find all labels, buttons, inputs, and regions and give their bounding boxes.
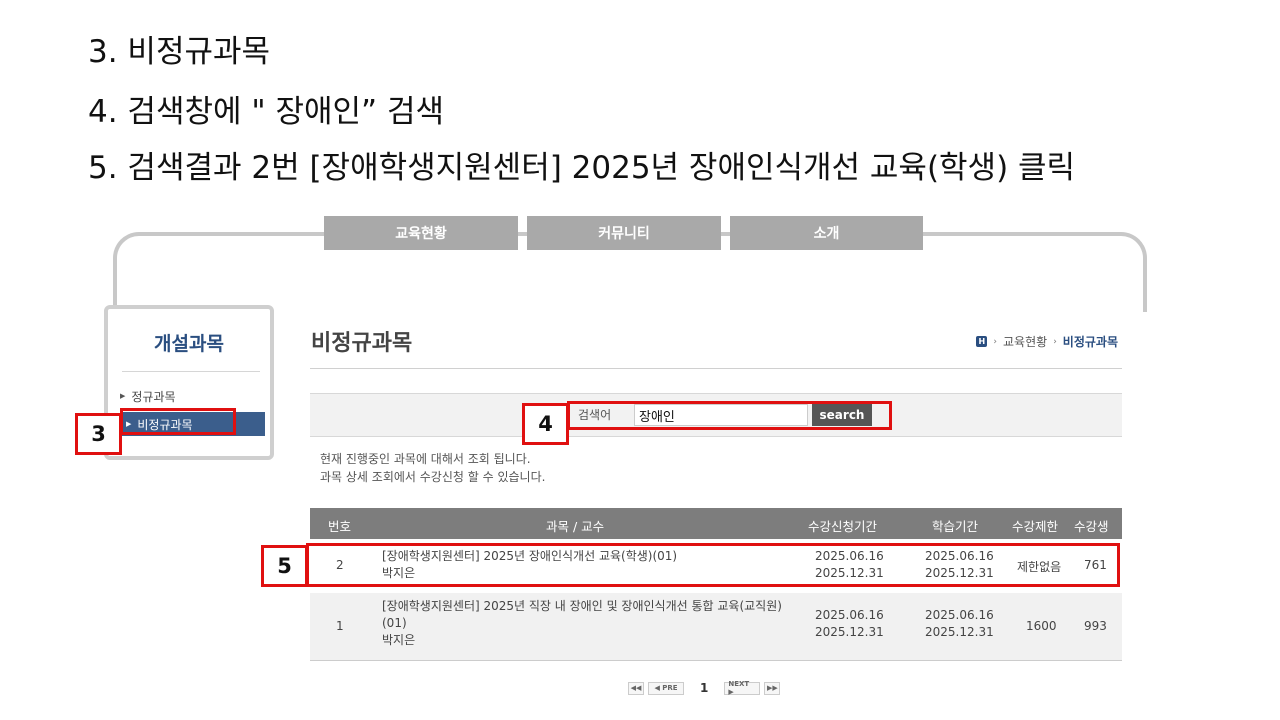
instruction-step-4: 4. 검색창에 " 장애인” 검색 xyxy=(88,94,444,130)
notice-text: 현재 진행중인 과목에 대해서 조회 됩니다. 과목 상세 조회에서 수강신청 … xyxy=(320,450,545,486)
breadcrumb-parent[interactable]: 교육현황 xyxy=(1003,333,1047,350)
column-header-course: 과목 / 교수 xyxy=(546,519,605,534)
annotation-number-3: 3 xyxy=(75,413,122,455)
top-navigation: 교육현황 커뮤니티 소개 xyxy=(324,216,923,250)
chevron-right-icon: › xyxy=(1053,336,1057,347)
sidebar-divider xyxy=(122,371,260,372)
sidebar-item-regular-courses[interactable]: ▶ 정규과목 xyxy=(120,384,260,408)
column-header-limit: 수강제한 xyxy=(1012,519,1059,534)
column-header-study-period: 학습기간 xyxy=(932,519,979,534)
row-number: 1 xyxy=(336,619,344,633)
notice-line: 과목 상세 조회에서 수강신청 할 수 있습니다. xyxy=(320,470,546,484)
page-title: 비정규과목 xyxy=(311,331,413,356)
caret-right-icon: ▶ xyxy=(120,392,126,400)
prev-page-button[interactable]: ◀ PRE xyxy=(648,681,684,695)
instruction-step-5: 5. 검색결과 2번 [장애학생지원센터] 2025년 장애인식개선 교육(학생… xyxy=(88,150,1076,186)
tab-community[interactable]: 커뮤니티 xyxy=(527,216,721,250)
pagination: ◀◀ ◀ PRE 1 NEXT ▶ ▶▶ xyxy=(628,680,781,696)
home-icon[interactable]: H xyxy=(976,336,988,347)
tab-about[interactable]: 소개 xyxy=(730,216,923,250)
study-start: 2025.06.16 xyxy=(925,608,994,622)
sidebar-item-label: 정규과목 xyxy=(131,389,176,404)
registration-end: 2025.12.31 xyxy=(815,625,884,639)
annotation-highlight-step-5 xyxy=(306,543,1120,587)
enrollment-limit: 1600 xyxy=(1026,619,1057,633)
course-cell[interactable]: [장애학생지원센터] 2025년 직장 내 장애인 및 장애인식개선 통합 교육… xyxy=(382,598,792,649)
student-count: 993 xyxy=(1084,619,1107,633)
sidebar: 개설과목 ▶ 정규과목 ▶ 비정규과목 xyxy=(104,305,274,460)
study-end: 2025.12.31 xyxy=(925,625,994,639)
first-page-button[interactable]: ◀◀ xyxy=(628,681,644,695)
study-period: 2025.06.16 2025.12.31 xyxy=(925,607,994,641)
annotation-highlight-step-3 xyxy=(120,408,236,435)
breadcrumb-current: 비정규과목 xyxy=(1062,335,1118,349)
breadcrumb: H › 교육현황 › 비정규과목 xyxy=(976,333,1118,350)
registration-start: 2025.06.16 xyxy=(815,608,884,622)
annotation-highlight-step-4 xyxy=(567,401,892,430)
annotation-number-4: 4 xyxy=(522,403,569,445)
registration-period: 2025.06.16 2025.12.31 xyxy=(815,607,884,641)
sidebar-title: 개설과목 xyxy=(154,333,224,355)
course-title-link[interactable]: [장애학생지원센터] 2025년 직장 내 장애인 및 장애인식개선 통합 교육… xyxy=(382,598,792,632)
table-row[interactable]: 1 [장애학생지원센터] 2025년 직장 내 장애인 및 장애인식개선 통합 … xyxy=(310,593,1122,661)
course-professor: 박지은 xyxy=(382,633,416,647)
tab-education-status[interactable]: 교육현황 xyxy=(324,216,518,250)
chevron-right-icon: › xyxy=(993,336,998,347)
annotation-number-5: 5 xyxy=(261,545,308,587)
instruction-step-3: 3. 비정규과목 xyxy=(88,34,271,70)
next-page-button[interactable]: NEXT ▶ xyxy=(724,680,761,696)
notice-line: 현재 진행중인 과목에 대해서 조회 됩니다. xyxy=(320,452,531,466)
page-number[interactable]: 1 xyxy=(700,681,708,695)
last-page-button[interactable]: ▶▶ xyxy=(764,681,781,695)
column-header-registration-period: 수강신청기간 xyxy=(808,519,878,534)
column-header-students: 수강생 xyxy=(1074,519,1109,534)
title-divider xyxy=(310,368,1122,369)
column-header-number: 번호 xyxy=(328,519,352,534)
table-header: 번호 과목 / 교수 수강신청기간 학습기간 수강제한 수강생 xyxy=(310,508,1122,539)
